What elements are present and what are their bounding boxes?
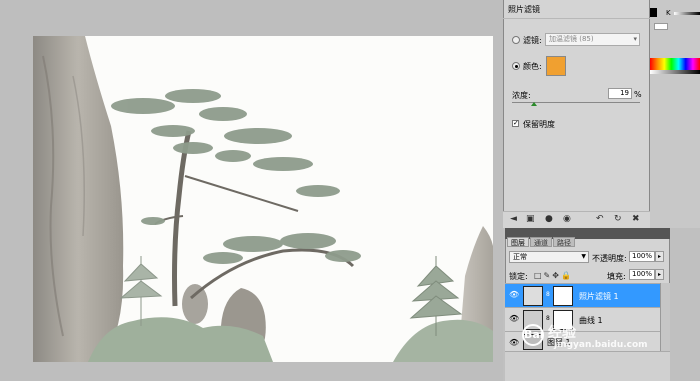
- document-canvas[interactable]: [33, 36, 493, 362]
- eye-icon[interactable]: 👁: [509, 291, 519, 299]
- layers-scrollbar[interactable]: [660, 283, 670, 351]
- k-input[interactable]: [654, 23, 668, 30]
- fill-label: 填充:: [607, 272, 626, 281]
- link-icon: 8: [546, 291, 550, 298]
- layer-name: 照片滤镜 1: [579, 292, 619, 301]
- panel-title: 照片滤镜: [508, 5, 540, 14]
- preserve-luminosity-checkbox[interactable]: ✓: [512, 120, 519, 127]
- chevron-down-icon: ▼: [581, 253, 586, 260]
- color-radio[interactable]: [512, 62, 520, 70]
- back-icon[interactable]: ◄: [510, 214, 517, 224]
- opacity-input[interactable]: 100%: [629, 251, 655, 262]
- color-label: 颜色:: [523, 62, 542, 71]
- fill-arrow-icon[interactable]: ▸: [655, 269, 664, 280]
- density-unit: %: [634, 90, 642, 99]
- tab-channels[interactable]: 通道: [530, 237, 552, 247]
- eye-icon[interactable]: 👁: [509, 339, 519, 347]
- layers-footer: [505, 351, 670, 381]
- mask-thumbnail[interactable]: [553, 286, 573, 306]
- document-workspace: [0, 0, 503, 381]
- density-slider-thumb[interactable]: [531, 102, 537, 106]
- color-spectrum[interactable]: [650, 58, 700, 70]
- foreground-color[interactable]: [650, 8, 657, 17]
- fill-input[interactable]: 100%: [629, 269, 655, 280]
- watermark-brand: 经验: [548, 325, 576, 341]
- watermark: 经验 jingyan.baidu.com: [548, 322, 648, 350]
- eye-icon[interactable]: 👁: [509, 315, 519, 323]
- opacity-arrow-icon[interactable]: ▸: [655, 251, 664, 262]
- k-slider[interactable]: [674, 12, 700, 15]
- lock-options-icons[interactable]: □✎✥🔒: [534, 271, 573, 280]
- grayscale-ramp[interactable]: [650, 70, 700, 74]
- tab-paths[interactable]: 路径: [553, 237, 575, 247]
- density-input[interactable]: 19: [608, 88, 632, 99]
- opacity-label: 不透明度:: [592, 254, 627, 263]
- lock-label: 锁定:: [509, 272, 528, 281]
- visibility-icon[interactable]: ◉: [563, 214, 571, 224]
- blend-mode-select[interactable]: 正常 ▼: [509, 251, 589, 263]
- density-label: 浓度:: [512, 91, 531, 100]
- watermark-badge: Bai: [522, 324, 544, 346]
- chevron-down-icon: ▾: [633, 35, 637, 43]
- filter-select-value: 加温滤镜 (85): [549, 35, 594, 43]
- panel-divider: [503, 18, 650, 19]
- view-previous-icon[interactable]: ↶: [596, 214, 604, 224]
- blend-mode-value: 正常: [513, 253, 527, 261]
- delete-icon[interactable]: ✖: [632, 214, 640, 224]
- tab-layers[interactable]: 图层: [507, 237, 529, 247]
- expand-icon[interactable]: ▣: [526, 214, 535, 224]
- filter-radio[interactable]: [512, 36, 520, 44]
- preserve-luminosity-label: 保留明度: [523, 120, 555, 129]
- color-panel: [650, 0, 700, 228]
- adjustment-thumbnail: [523, 286, 543, 306]
- link-icon: 8: [546, 315, 550, 322]
- filter-select[interactable]: 加温滤镜 (85) ▾: [545, 33, 640, 46]
- watermark-url: jingyan.baidu.com: [554, 340, 648, 350]
- filter-label: 滤镜:: [523, 36, 542, 45]
- color-swatch[interactable]: [546, 56, 566, 76]
- clip-icon[interactable]: ●: [545, 214, 553, 224]
- reset-icon[interactable]: ↻: [614, 214, 622, 224]
- landscape-photo: [33, 36, 493, 362]
- channel-label: K: [666, 9, 671, 17]
- layer-row[interactable]: 👁 8 照片滤镜 1: [505, 283, 660, 307]
- layer-name: 曲线 1: [579, 316, 603, 325]
